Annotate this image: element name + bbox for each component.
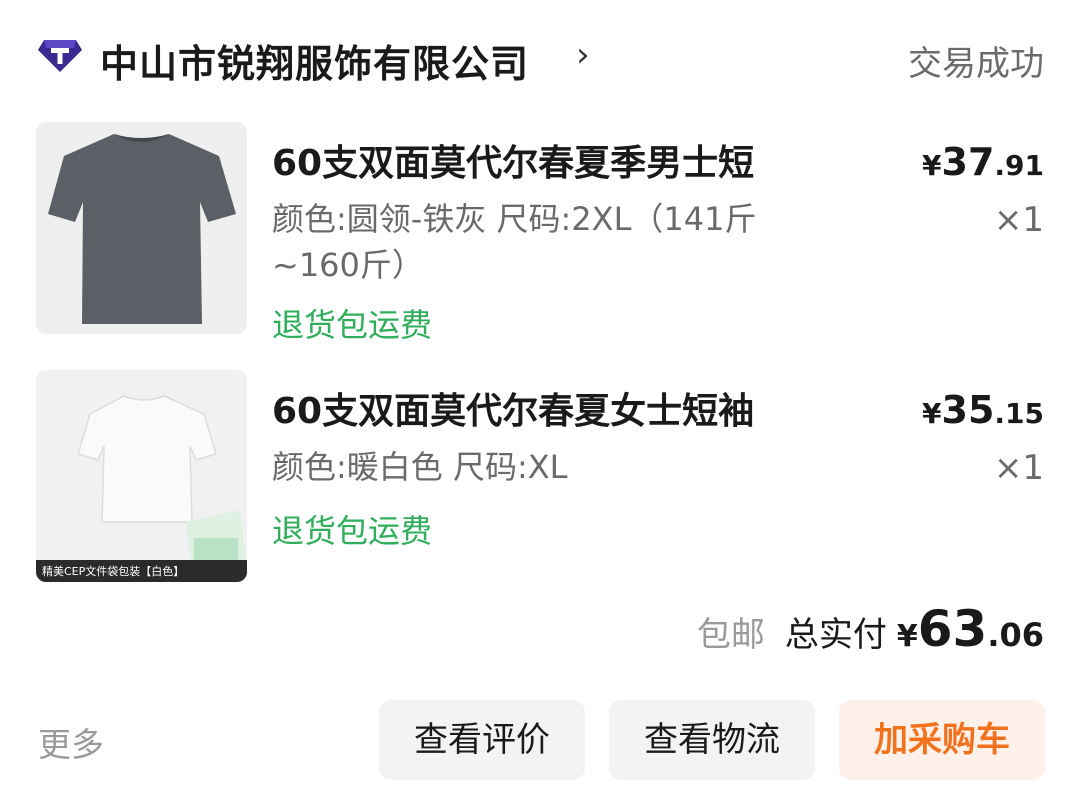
shop-header[interactable]: 中山市锐翔服饰有限公司 › 交易成功: [38, 26, 1044, 86]
shop-gem-icon: [38, 40, 82, 72]
view-review-button[interactable]: 查看评价: [379, 700, 585, 780]
item-price: ¥37.91: [922, 140, 1044, 184]
gray-tshirt-image[interactable]: [36, 122, 247, 334]
price-currency: ¥: [922, 397, 942, 430]
item-spec: 颜色:圆领-铁灰 尺码:2XL（141斤~160斤）: [272, 200, 757, 284]
white-tshirt-image[interactable]: 精美CEP文件袋包装【白色】: [36, 370, 247, 582]
total-integer: 63: [917, 600, 988, 658]
price-integer: 35: [941, 388, 995, 432]
item-price: ¥35.15: [922, 388, 1044, 432]
thumb-caption: 精美CEP文件袋包装【白色】: [42, 565, 185, 578]
price-integer: 37: [941, 140, 995, 184]
total-currency: ¥: [896, 619, 918, 654]
item-spec: 颜色:暖白色 尺码:XL: [272, 448, 568, 486]
price-decimal: .91: [994, 149, 1044, 182]
item-title[interactable]: 60支双面莫代尔春夏季男士短: [272, 134, 754, 186]
item-quantity: ×1: [993, 448, 1044, 488]
view-logistics-button[interactable]: 查看物流: [609, 700, 815, 780]
return-shipping-tag: 退货包运费: [272, 306, 433, 344]
free-shipping-label: 包邮: [696, 615, 765, 655]
order-item[interactable]: 精美CEP文件袋包装【白色】 60支双面莫代尔春夏女士短袖 颜色:暖白色 尺码:…: [36, 370, 1044, 582]
more-button[interactable]: 更多: [38, 718, 104, 766]
order-status: 交易成功: [908, 44, 1044, 84]
total-paid-label: 总实付: [784, 615, 887, 655]
price-currency: ¥: [922, 149, 942, 182]
order-total: 包邮 总实付 ¥63.06: [697, 600, 1044, 670]
add-to-cart-button[interactable]: 加采购车: [839, 700, 1045, 780]
shop-name[interactable]: 中山市锐翔服饰有限公司: [100, 33, 529, 88]
total-decimal: .06: [987, 616, 1044, 654]
return-shipping-tag: 退货包运费: [272, 512, 433, 550]
chevron-right-icon[interactable]: ›: [576, 38, 590, 72]
price-decimal: .15: [994, 397, 1044, 430]
order-item[interactable]: 60支双面莫代尔春夏季男士短 颜色:圆领-铁灰 尺码:2XL（141斤~160斤…: [36, 122, 1044, 344]
item-title[interactable]: 60支双面莫代尔春夏女士短袖: [272, 382, 754, 434]
item-quantity: ×1: [993, 200, 1044, 240]
